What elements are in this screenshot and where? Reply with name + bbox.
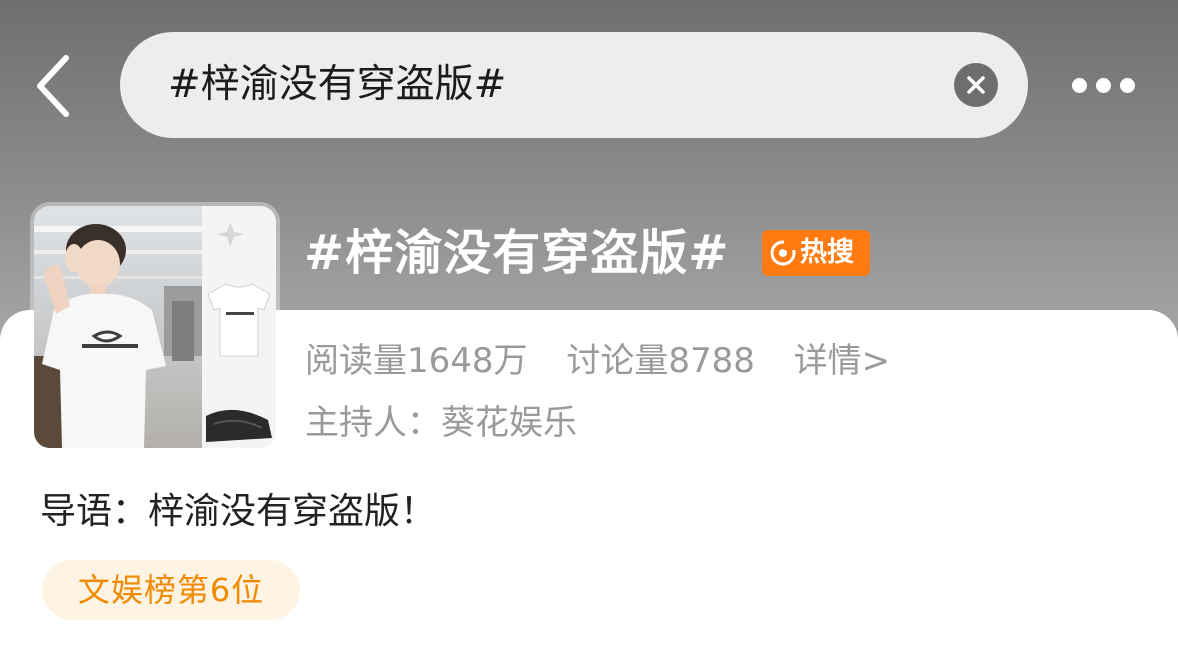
more-button[interactable] (1068, 66, 1140, 106)
back-arrow-icon (37, 55, 69, 117)
topic-thumbnail[interactable] (34, 206, 276, 448)
topic-title: #梓渝没有穿盗版# (304, 225, 730, 281)
thumbnail-image (34, 206, 276, 448)
clear-button[interactable] (954, 63, 998, 107)
top-bar: #梓渝没有穿盗版# (0, 0, 1178, 170)
more-icon (1096, 78, 1111, 93)
rank-tag[interactable]: 文娱榜第6位 (42, 560, 300, 620)
back-button[interactable] (28, 50, 84, 122)
search-input[interactable]: #梓渝没有穿盗版# (120, 32, 1028, 138)
more-icon (1120, 78, 1135, 93)
topic-intro: 导语：梓渝没有穿盗版！ (40, 491, 437, 532)
more-icon (1072, 78, 1087, 93)
details-link[interactable]: 详情> (794, 341, 891, 381)
read-count: 阅读量1648万 (305, 341, 528, 381)
topic-stats: 阅读量1648万 讨论量8788 详情> (305, 336, 918, 386)
discussion-count: 讨论量8788 (566, 341, 755, 381)
host-info: 主持人：葵花娱乐 (305, 403, 577, 443)
hot-search-badge[interactable]: 热搜 (762, 230, 870, 276)
search-query-text: #梓渝没有穿盗版# (168, 62, 507, 107)
hot-search-icon (770, 240, 796, 266)
clear-icon (967, 76, 985, 94)
hot-search-label: 热搜 (800, 237, 854, 268)
